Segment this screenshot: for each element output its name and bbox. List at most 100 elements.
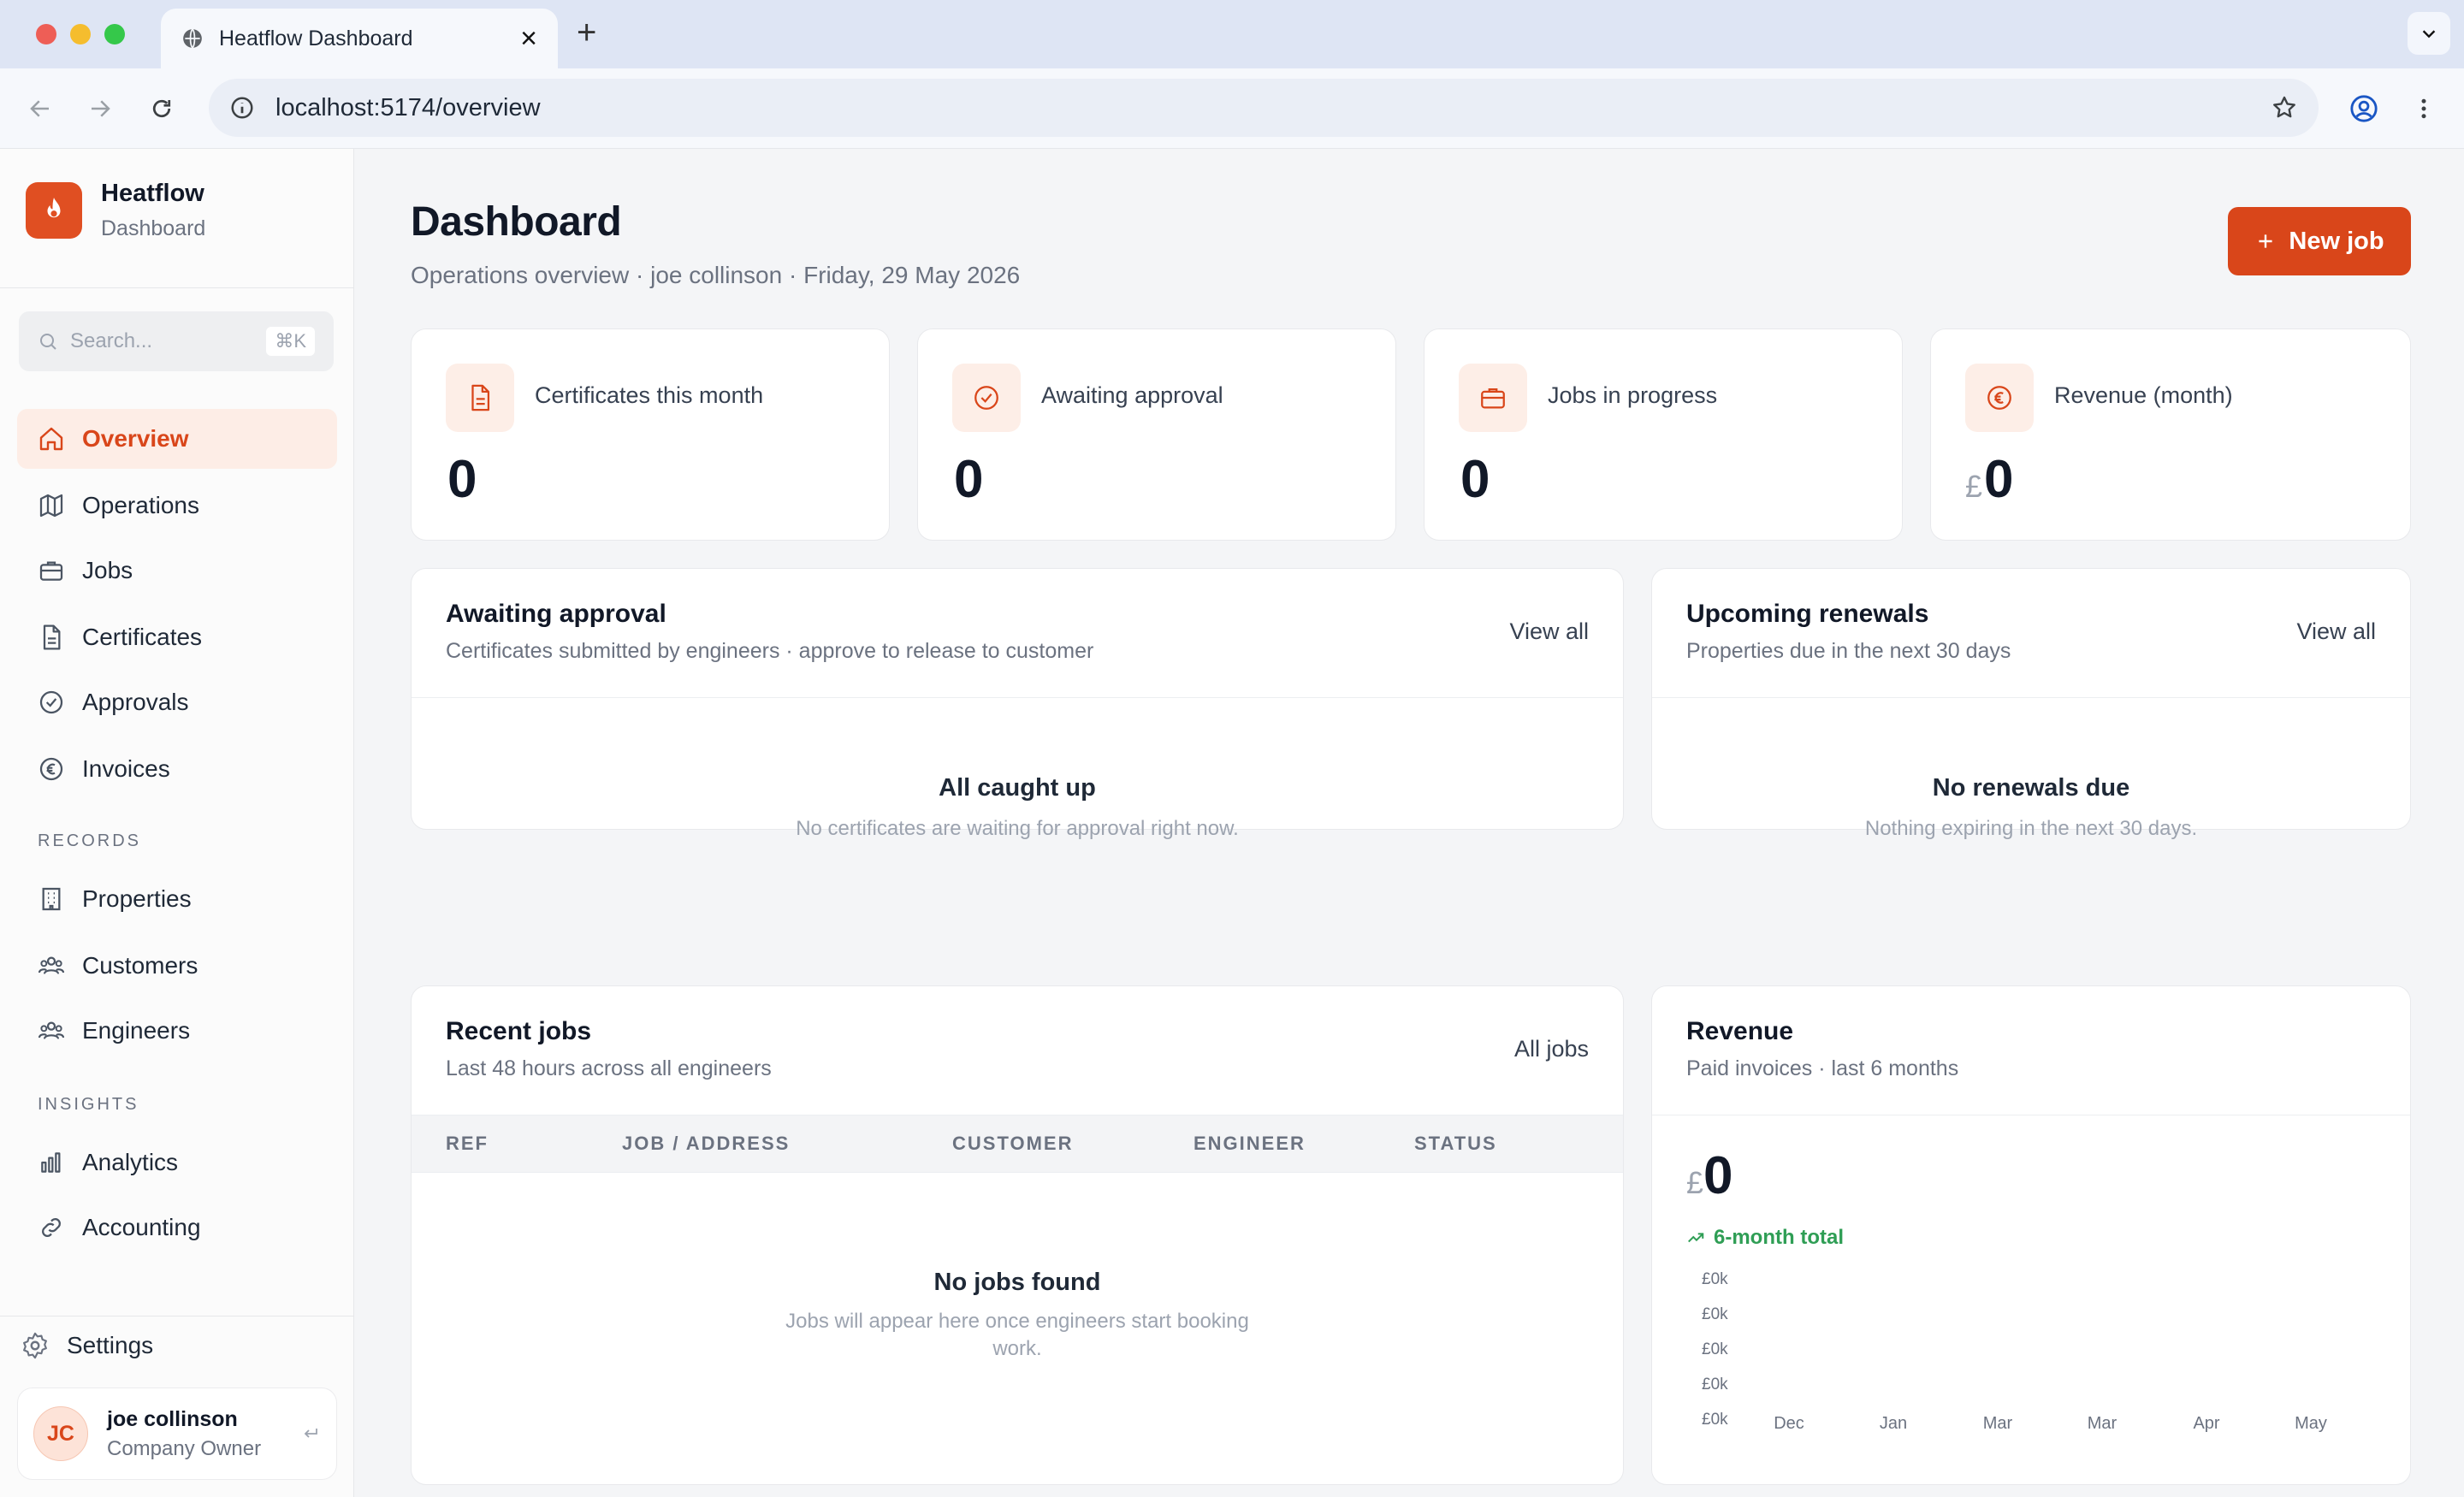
address-bar[interactable]: localhost:5174/overview bbox=[209, 79, 2319, 137]
column-header-status[interactable]: STATUS bbox=[1414, 1133, 1497, 1155]
revenue-trend: 6-month total bbox=[1686, 1226, 1844, 1250]
sidebar-item-label: Jobs bbox=[82, 557, 133, 583]
sidebar-item-label: Overview bbox=[82, 425, 189, 452]
sidebar-item-overview[interactable]: Overview bbox=[17, 409, 337, 469]
x-tick-label: Mar bbox=[1982, 1414, 2013, 1433]
x-tick-label: Jan bbox=[1879, 1414, 1908, 1433]
arrow-left-icon bbox=[30, 100, 49, 117]
reload-icon bbox=[152, 99, 171, 118]
column-header-job-address[interactable]: JOB / ADDRESS bbox=[622, 1133, 790, 1155]
sidebar-item-engineers[interactable]: Engineers bbox=[17, 1001, 337, 1061]
more-vertical-icon bbox=[2421, 98, 2426, 119]
reload-button[interactable] bbox=[142, 89, 181, 128]
stat-card-certificates[interactable]: Certificates this month 0 bbox=[411, 328, 890, 541]
file-icon bbox=[43, 624, 61, 650]
home-icon bbox=[39, 427, 63, 451]
browser-tab[interactable]: Heatflow Dashboard × bbox=[161, 9, 558, 68]
euro-icon bbox=[39, 757, 63, 781]
view-all-approvals-link[interactable]: View all bbox=[1509, 618, 1589, 645]
revenue-card: Revenue Paid invoices · last 6 months £0… bbox=[1651, 985, 2411, 1485]
brand-name: Heatflow bbox=[101, 180, 204, 207]
stat-card-awaiting[interactable]: Awaiting approval 0 bbox=[917, 328, 1396, 541]
tab-title: Heatflow Dashboard bbox=[219, 26, 413, 50]
maximize-window-button[interactable] bbox=[104, 24, 125, 44]
new-tab-button[interactable]: + bbox=[577, 15, 596, 50]
chevron-down-icon bbox=[2422, 30, 2436, 38]
users-icon bbox=[38, 956, 65, 974]
panel-subtitle: Properties due in the next 30 days bbox=[1686, 639, 2011, 663]
divider bbox=[412, 697, 1623, 698]
stat-card-revenue[interactable]: Revenue (month) £0 bbox=[1930, 328, 2411, 541]
sidebar-item-approvals[interactable]: Approvals bbox=[17, 672, 337, 732]
star-icon[interactable] bbox=[2271, 94, 2298, 121]
stat-label: Certificates this month bbox=[535, 382, 764, 408]
globe-icon bbox=[183, 28, 202, 49]
divider bbox=[1652, 697, 2410, 698]
sidebar-item-invoices[interactable]: Invoices bbox=[17, 739, 337, 799]
stat-label: Awaiting approval bbox=[1041, 382, 1223, 408]
avatar: JC bbox=[33, 1406, 88, 1461]
minimize-window-button[interactable] bbox=[70, 24, 91, 44]
search-placeholder: Search... bbox=[70, 329, 153, 352]
sidebar-item-customers[interactable]: Customers bbox=[17, 936, 337, 996]
forward-button[interactable] bbox=[80, 89, 120, 128]
panel-title: Recent jobs bbox=[446, 1017, 592, 1045]
euro-icon bbox=[1965, 364, 2034, 432]
close-window-button[interactable] bbox=[36, 24, 56, 44]
logout-icon[interactable] bbox=[300, 1423, 321, 1444]
sidebar-item-accounting[interactable]: Accounting bbox=[17, 1198, 337, 1257]
y-tick-label: £0k bbox=[1702, 1340, 1728, 1358]
stat-value: 0 bbox=[1460, 450, 1490, 509]
empty-state-text: Nothing expiring in the next 30 days. bbox=[1864, 817, 2198, 840]
sidebar-item-label: Operations bbox=[82, 492, 199, 518]
awaiting-approval-panel: Awaiting approval Certificates submitted… bbox=[411, 568, 1624, 840]
tab-close-icon[interactable]: × bbox=[520, 24, 537, 53]
panel-subtitle: Certificates submitted by engineers · ap… bbox=[446, 639, 1094, 663]
column-header-customer[interactable]: CUSTOMER bbox=[952, 1133, 1074, 1155]
search-input[interactable]: Search... ⌘K bbox=[19, 311, 334, 371]
trend-label: 6-month total bbox=[1714, 1226, 1844, 1249]
browser-menu-button[interactable] bbox=[2404, 89, 2443, 128]
sidebar-item-certificates[interactable]: Certificates bbox=[17, 607, 337, 667]
user-card[interactable]: JC joe collinson Company Owner bbox=[17, 1388, 337, 1480]
stat-card-jobs[interactable]: Jobs in progress 0 bbox=[1424, 328, 1903, 541]
building-icon bbox=[42, 887, 61, 911]
column-header-engineer[interactable]: ENGINEER bbox=[1194, 1133, 1306, 1155]
empty-state-text: Jobs will appear here once engineers sta… bbox=[785, 1310, 1249, 1360]
empty-state-title: No jobs found bbox=[933, 1269, 1101, 1296]
all-jobs-link[interactable]: All jobs bbox=[1514, 1036, 1589, 1062]
column-header-ref[interactable]: REF bbox=[446, 1133, 489, 1155]
sidebar-item-jobs[interactable]: Jobs bbox=[17, 541, 337, 601]
address-row: localhost:5174/overview bbox=[0, 68, 2464, 149]
sidebar-item-properties[interactable]: Properties bbox=[17, 869, 337, 929]
sidebar-item-analytics[interactable]: Analytics bbox=[17, 1133, 337, 1192]
y-tick-label: £0k bbox=[1702, 1270, 1728, 1288]
new-job-button[interactable]: New job bbox=[2228, 207, 2411, 275]
user-role: Company Owner bbox=[107, 1436, 262, 1460]
empty-state-title: All caught up bbox=[939, 774, 1096, 802]
flame-logo-icon bbox=[26, 182, 82, 239]
section-label-records: RECORDS bbox=[38, 831, 142, 850]
brand[interactable]: Heatflow Dashboard bbox=[26, 180, 205, 241]
back-button[interactable] bbox=[21, 89, 60, 128]
badge-check-icon bbox=[952, 364, 1021, 432]
view-all-renewals-link[interactable]: View all bbox=[2296, 618, 2376, 645]
map-icon bbox=[39, 494, 63, 518]
info-icon[interactable] bbox=[229, 95, 255, 121]
panel-subtitle: Paid invoices · last 6 months bbox=[1686, 1056, 1959, 1080]
tab-search-button[interactable] bbox=[2408, 12, 2450, 55]
stat-value: 0 bbox=[954, 450, 984, 509]
tab-bar: Heatflow Dashboard × + bbox=[0, 0, 2464, 68]
sidebar-item-label: Approvals bbox=[82, 689, 189, 715]
sidebar-item-settings[interactable]: Settings bbox=[17, 1331, 157, 1360]
briefcase-icon bbox=[39, 561, 63, 581]
sidebar-item-label: Invoices bbox=[82, 755, 170, 782]
x-tick-label: Dec bbox=[1774, 1414, 1804, 1433]
url-text: localhost:5174/overview bbox=[275, 93, 541, 121]
sidebar-item-operations[interactable]: Operations bbox=[17, 476, 337, 535]
profile-button[interactable] bbox=[2344, 89, 2384, 128]
currency-symbol: £ bbox=[1686, 1165, 1704, 1200]
sidebar: Heatflow Dashboard Search... ⌘K Overview… bbox=[0, 149, 354, 1497]
search-icon bbox=[40, 334, 56, 350]
briefcase-icon bbox=[1459, 364, 1527, 432]
